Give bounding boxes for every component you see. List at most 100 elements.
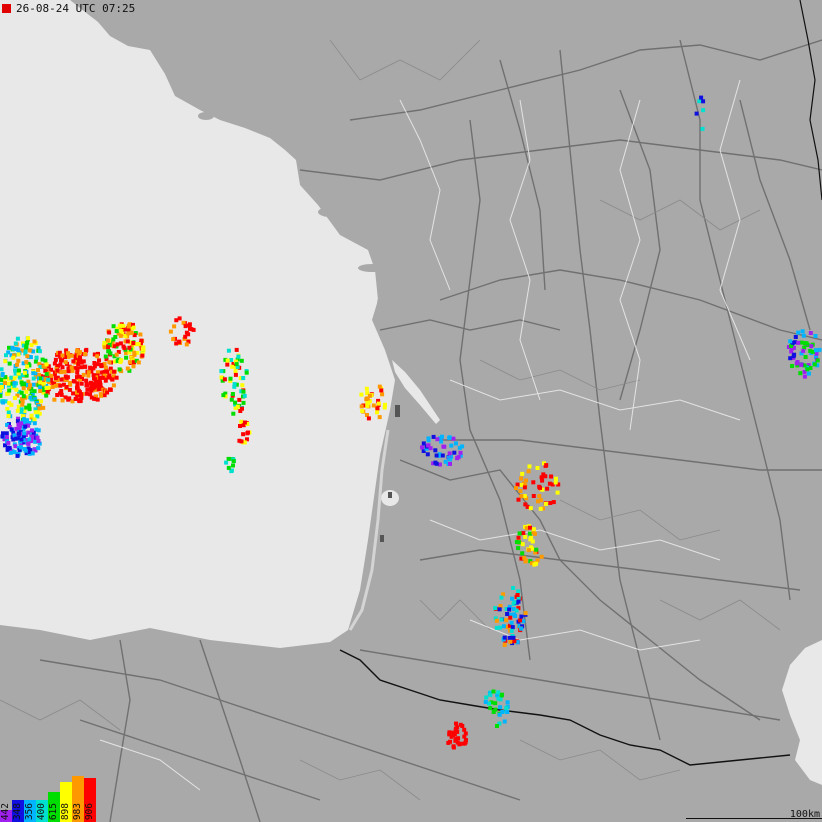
strike-mark: [88, 365, 93, 370]
strike-mark: [448, 457, 453, 462]
strike-mark: [505, 700, 510, 705]
strike-mark: [26, 336, 30, 341]
strike-mark: [802, 374, 807, 379]
strike-mark: [538, 506, 543, 511]
strike-mark: [376, 401, 381, 406]
strike-mark: [68, 382, 73, 387]
strike-mark: [136, 360, 141, 365]
strike-mark: [24, 360, 29, 365]
strike-mark: [527, 531, 532, 536]
strike-mark: [102, 340, 107, 345]
strike-mark: [30, 428, 34, 433]
strike-mark: [7, 361, 12, 366]
strike-mark: [518, 618, 523, 623]
strike-mark: [452, 450, 457, 455]
strike-mark: [28, 395, 33, 400]
strike-mark: [488, 706, 493, 711]
strike-mark: [501, 624, 506, 629]
strike-mark: [49, 373, 54, 378]
strike-mark: [53, 376, 58, 381]
strike-mark: [451, 436, 456, 441]
strike-mark: [115, 342, 120, 347]
strike-mark: [515, 593, 520, 597]
strike-mark: [37, 349, 42, 354]
strike-mark: [136, 342, 141, 346]
strike-mark: [44, 393, 49, 398]
strike-mark: [40, 357, 45, 362]
strike-mark: [551, 500, 556, 505]
strike-mark: [701, 99, 706, 104]
strike-mark: [516, 599, 521, 604]
strike-mark: [25, 354, 30, 359]
strike-mark: [526, 469, 531, 474]
strike-mark: [31, 371, 36, 376]
strike-mark: [221, 393, 226, 398]
strike-mark: [38, 380, 43, 385]
strike-mark: [107, 360, 112, 365]
strike-mark: [5, 406, 10, 411]
strike-mark: [531, 527, 536, 532]
strike-mark: [15, 453, 20, 458]
strike-mark: [45, 389, 50, 394]
strike-mark: [440, 453, 445, 458]
strike-mark: [4, 431, 9, 436]
strike-mark: [29, 343, 34, 348]
strike-mark: [27, 348, 32, 353]
strike-mark: [504, 705, 509, 710]
strike-mark: [13, 396, 17, 400]
strike-mark: [496, 690, 501, 695]
strike-mark: [4, 435, 9, 440]
strike-mark: [46, 385, 51, 390]
strike-mark: [226, 465, 231, 470]
strike-mark: [244, 370, 249, 375]
strike-mark: [30, 451, 35, 456]
strike-mark: [523, 535, 528, 539]
strike-mark: [132, 352, 137, 357]
strike-mark: [796, 330, 801, 335]
strike-mark: [234, 347, 239, 352]
strike-mark: [511, 612, 516, 617]
strike-mark: [21, 394, 26, 399]
strike-mark: [127, 360, 132, 365]
strike-mark: [131, 341, 136, 345]
strike-mark: [494, 625, 499, 630]
strike-mark: [505, 612, 510, 616]
strike-mark: [22, 447, 27, 451]
strike-mark: [44, 362, 49, 367]
strike-mark: [0, 377, 4, 382]
strike-mark: [127, 345, 132, 350]
strike-mark: [497, 607, 502, 612]
legend-bar-3: 400: [36, 800, 48, 822]
strike-mark: [457, 445, 462, 450]
strike-mark: [494, 618, 499, 623]
status-square-icon: [2, 3, 11, 13]
strike-mark: [448, 461, 452, 466]
strike-mark: [553, 480, 558, 485]
strike-mark: [520, 471, 525, 476]
strike-mark: [242, 420, 247, 425]
strike-mark: [29, 413, 34, 418]
strike-mark: [25, 418, 29, 423]
strike-mark: [12, 376, 17, 381]
strike-mark: [88, 386, 93, 391]
strike-mark: [112, 369, 117, 374]
strike-mark: [800, 329, 805, 334]
strike-mark: [184, 342, 189, 347]
strike-mark: [537, 494, 542, 498]
strike-mark: [239, 439, 244, 444]
strike-mark: [814, 348, 818, 353]
strike-mark: [78, 355, 82, 360]
strike-mark: [375, 406, 380, 411]
strike-mark: [241, 400, 246, 405]
strike-mark: [24, 389, 29, 394]
strike-mark: [519, 476, 524, 481]
strike-mark: [31, 382, 36, 387]
strike-mark: [103, 354, 108, 359]
legend-label: 400: [36, 802, 47, 820]
legend-bar-1: 348: [12, 800, 24, 822]
strike-mark: [21, 381, 26, 386]
strike-mark: [1, 400, 6, 405]
strike-mark: [92, 364, 97, 369]
strike-mark: [516, 546, 521, 551]
strike-mark: [3, 381, 7, 385]
